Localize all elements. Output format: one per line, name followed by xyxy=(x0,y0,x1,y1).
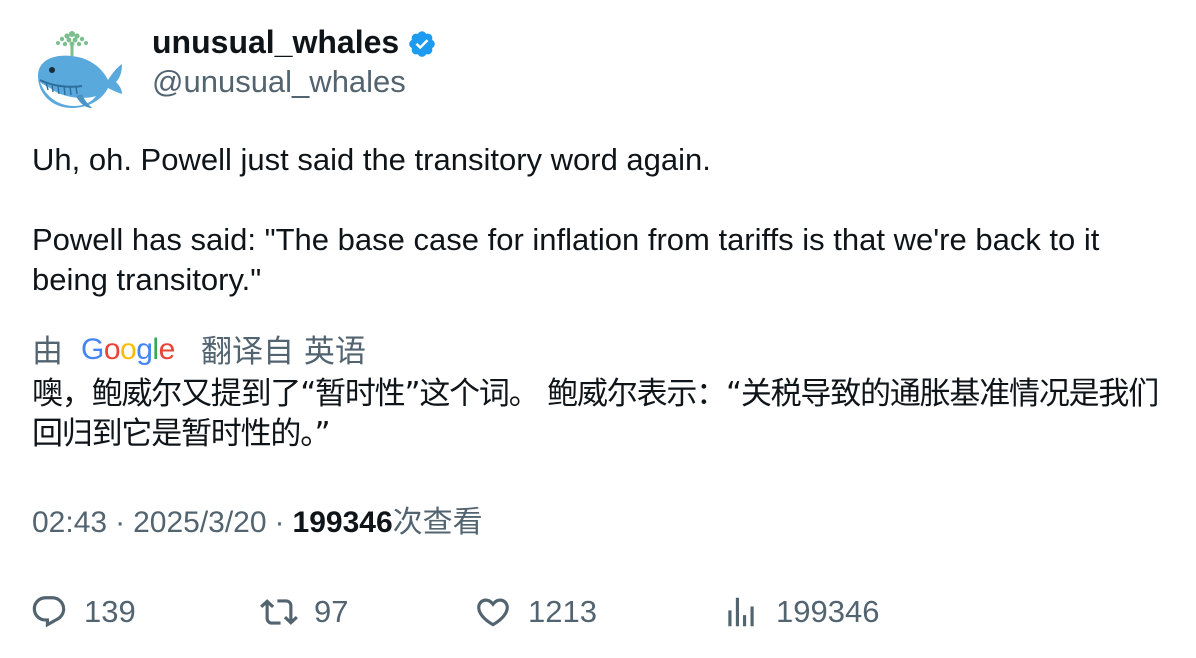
tweet-time[interactable]: 02:43 xyxy=(32,503,107,543)
whale-avatar-icon[interactable] xyxy=(32,24,126,118)
translated-from-label[interactable]: 翻译自 英语 xyxy=(201,326,366,371)
reply-count: 139 xyxy=(84,594,136,629)
tweet-paragraph: Uh, oh. Powell just said the transitory … xyxy=(32,142,711,177)
author-display-name[interactable]: unusual_whales xyxy=(152,24,399,60)
retweet-count: 97 xyxy=(314,594,349,629)
tweet-header: unusual_whales @unusual_whales xyxy=(32,24,437,118)
translated-by-label: 由 xyxy=(32,333,63,370)
retweet-button[interactable]: 97 xyxy=(260,588,348,636)
retweet-icon xyxy=(260,599,298,625)
author-handle[interactable]: @unusual_whales xyxy=(152,60,437,104)
meta-separator: · xyxy=(274,506,285,539)
views-action-count: 199346 xyxy=(776,594,880,629)
google-logo-icon[interactable]: Google xyxy=(81,332,181,368)
translated-text: 噢，鲍威尔又提到了“暂时性”这个词。 鲍威尔表示：“关税导致的通胀基准情况是我们… xyxy=(32,376,1159,452)
heart-icon xyxy=(477,598,509,627)
tweet-paragraph: Powell has said: "The base case for infl… xyxy=(32,222,1100,297)
translation-attribution: 由 Google 翻译自 英语 xyxy=(32,326,366,370)
display-name-row: unusual_whales xyxy=(152,24,437,60)
views-label: 次查看 xyxy=(392,505,483,540)
tweet-meta: 02:43 · 2025/3/20 · 199346 次查看 xyxy=(32,503,483,543)
verified-badge-icon[interactable] xyxy=(407,29,437,59)
tweet-date[interactable]: 2025/3/20 xyxy=(133,503,266,543)
like-count: 1213 xyxy=(528,594,597,629)
views-count: 199346 xyxy=(292,506,393,539)
meta-separator: · xyxy=(115,506,126,539)
analytics-icon xyxy=(728,597,754,627)
like-button[interactable]: 1213 xyxy=(474,588,597,636)
reply-icon xyxy=(32,596,66,628)
author-names: unusual_whales @unusual_whales xyxy=(152,24,437,104)
action-bar: 139 97 1213 199346 xyxy=(30,588,1170,636)
reply-button[interactable]: 139 xyxy=(30,588,136,636)
tweet-card: unusual_whales @unusual_whales Uh, oh. P… xyxy=(0,0,1196,658)
tweet-body: Uh, oh. Powell just said the transitory … xyxy=(32,140,1172,300)
views-button[interactable]: 199346 xyxy=(722,588,879,636)
svg-text:Google: Google xyxy=(81,333,175,366)
